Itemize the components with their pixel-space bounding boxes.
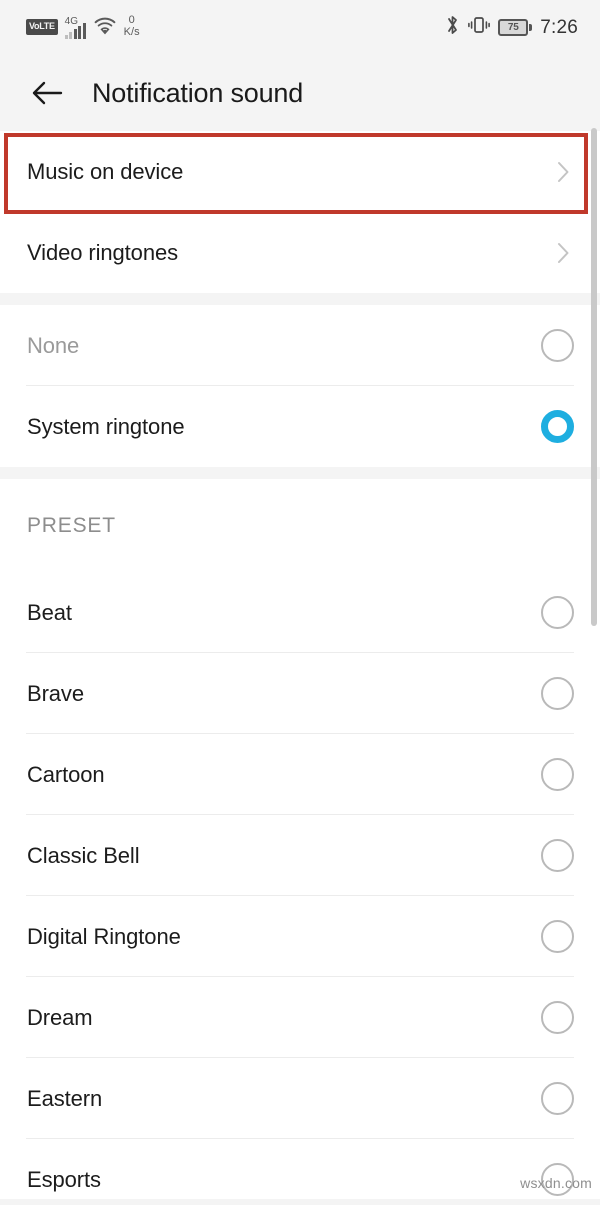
list-item-label: Music on device bbox=[27, 158, 184, 184]
radio-button-none[interactable] bbox=[541, 329, 574, 362]
list-item-beat[interactable]: Beat bbox=[0, 572, 600, 653]
cellular-signal-icon: 4G bbox=[64, 15, 86, 39]
list-item-label: Brave bbox=[27, 680, 84, 706]
list-item-label: Dream bbox=[27, 1004, 93, 1030]
radio-button-eastern[interactable] bbox=[541, 1082, 574, 1115]
wifi-icon bbox=[93, 16, 117, 40]
radio-button-cartoon[interactable] bbox=[541, 758, 574, 791]
status-bar-right: 75 7:26 bbox=[445, 14, 578, 41]
chevron-right-icon bbox=[552, 161, 574, 183]
status-bar: VoLTE 4G 0 K/s 75 7:26 bbox=[0, 0, 600, 55]
radio-button-brave[interactable] bbox=[541, 677, 574, 710]
list-item-classic-bell[interactable]: Classic Bell bbox=[0, 815, 600, 896]
list-item-video-ringtones[interactable]: Video ringtones bbox=[0, 212, 600, 293]
list-item-none[interactable]: None bbox=[0, 305, 600, 386]
bottom-strip bbox=[0, 1199, 600, 1205]
list-item-label: None bbox=[27, 332, 80, 358]
list-item-digital-ringtone[interactable]: Digital Ringtone bbox=[0, 896, 600, 977]
list-item-cartoon[interactable]: Cartoon bbox=[0, 734, 600, 815]
list-item-dream[interactable]: Dream bbox=[0, 977, 600, 1058]
chevron-right-icon bbox=[552, 242, 574, 264]
list-item-label: Beat bbox=[27, 599, 72, 625]
watermark-label: wsxdn.com bbox=[520, 1175, 592, 1191]
section-header-label: PRESET bbox=[27, 513, 116, 537]
list-item-label: Esports bbox=[27, 1166, 101, 1192]
settings-list: Music on device Video ringtones None Sys… bbox=[0, 131, 600, 1205]
list-item-label: Video ringtones bbox=[27, 239, 178, 265]
signal-bars bbox=[64, 22, 86, 39]
list-item-label: System ringtone bbox=[27, 413, 185, 439]
section-sources: Music on device Video ringtones bbox=[0, 131, 600, 293]
battery-icon: 75 bbox=[498, 19, 533, 36]
section-preset: PRESET Beat Brave Cartoon Classic Bell D… bbox=[0, 479, 600, 1205]
list-item-label: Digital Ringtone bbox=[27, 923, 181, 949]
section-divider-gap bbox=[0, 467, 600, 479]
status-bar-left: VoLTE 4G 0 K/s bbox=[26, 13, 140, 40]
list-item-esports[interactable]: Esports bbox=[0, 1139, 600, 1205]
section-header-preset: PRESET bbox=[0, 479, 600, 572]
vibrate-icon bbox=[468, 15, 491, 40]
list-item-music-on-device[interactable]: Music on device bbox=[0, 131, 600, 212]
section-basic: None System ringtone bbox=[0, 305, 600, 467]
app-bar: Notification sound bbox=[0, 55, 600, 131]
phone-screen: VoLTE 4G 0 K/s 75 7:26 Notification soun… bbox=[0, 0, 600, 1205]
radio-button-beat[interactable] bbox=[541, 596, 574, 629]
list-item-label: Classic Bell bbox=[27, 842, 140, 868]
data-rate-indicator: 0 K/s bbox=[123, 13, 140, 38]
scrollbar-thumb[interactable] bbox=[591, 128, 597, 626]
radio-button-dream[interactable] bbox=[541, 1001, 574, 1034]
status-bar-clock: 7:26 bbox=[540, 16, 578, 38]
page-title: Notification sound bbox=[92, 77, 304, 108]
volte-icon: VoLTE bbox=[26, 18, 58, 35]
back-arrow-icon[interactable] bbox=[27, 73, 67, 113]
radio-button-system-ringtone[interactable] bbox=[541, 410, 574, 443]
bluetooth-icon bbox=[445, 14, 460, 41]
scrollbar-track[interactable] bbox=[591, 128, 597, 1205]
data-rate-unit: K/s bbox=[123, 25, 140, 38]
list-item-system-ringtone[interactable]: System ringtone bbox=[0, 386, 600, 467]
battery-level-label: 75 bbox=[498, 19, 529, 36]
list-item-brave[interactable]: Brave bbox=[0, 653, 600, 734]
list-item-label: Cartoon bbox=[27, 761, 105, 787]
section-divider-gap bbox=[0, 293, 600, 305]
network-type-label: 4G bbox=[64, 15, 79, 27]
radio-button-digital-ringtone[interactable] bbox=[541, 920, 574, 953]
radio-button-classic-bell[interactable] bbox=[541, 839, 574, 872]
battery-cap bbox=[529, 24, 533, 31]
data-rate-value: 0 bbox=[128, 13, 135, 26]
list-item-label: Eastern bbox=[27, 1085, 103, 1111]
list-item-eastern[interactable]: Eastern bbox=[0, 1058, 600, 1139]
